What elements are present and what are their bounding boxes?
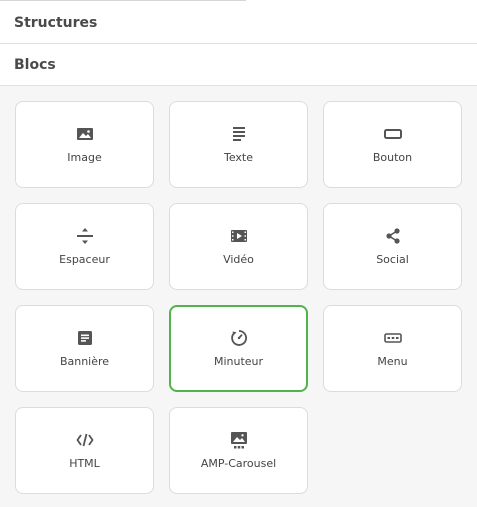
block-label: Espaceur — [59, 253, 110, 266]
section-title-structures: Structures — [14, 14, 98, 31]
block-label: Social — [376, 253, 409, 266]
block-video[interactable]: Vidéo — [169, 203, 308, 290]
block-minuteur[interactable]: Minuteur — [169, 305, 308, 392]
menu-icon — [383, 329, 402, 347]
block-banniere[interactable]: Bannière — [15, 305, 154, 392]
text-lines-icon — [230, 125, 248, 143]
banner-icon — [76, 329, 94, 347]
block-label: Image — [67, 151, 102, 164]
button-icon — [383, 125, 402, 143]
share-icon — [384, 227, 402, 245]
block-image[interactable]: Image — [15, 101, 154, 188]
block-amp-carousel[interactable]: AMP-Carousel — [169, 407, 308, 494]
block-social[interactable]: Social — [323, 203, 462, 290]
block-label: AMP-Carousel — [200, 457, 277, 470]
code-icon — [76, 431, 94, 449]
block-html[interactable]: HTML — [15, 407, 154, 494]
block-label: Minuteur — [213, 355, 264, 368]
block-label: Vidéo — [223, 253, 254, 266]
top-divider — [0, 0, 246, 1]
timer-icon — [230, 329, 248, 347]
video-icon — [230, 227, 248, 245]
block-bouton[interactable]: Bouton — [323, 101, 462, 188]
block-menu[interactable]: Menu — [323, 305, 462, 392]
image-icon — [76, 125, 94, 143]
carousel-icon — [230, 431, 248, 449]
spacer-icon — [76, 227, 94, 245]
block-texte[interactable]: Texte — [169, 101, 308, 188]
block-label: Texte — [223, 151, 253, 164]
section-title-blocs: Blocs — [14, 56, 56, 73]
blocks-panel: Image Texte Bouton Espaceur Vidéo Social — [0, 86, 477, 507]
section-header-structures[interactable]: Structures — [0, 2, 477, 44]
block-label: HTML — [69, 457, 100, 470]
block-label: Bannière — [59, 355, 110, 368]
block-label: Menu — [377, 355, 408, 368]
block-espaceur[interactable]: Espaceur — [15, 203, 154, 290]
block-label: Bouton — [372, 151, 413, 164]
section-header-blocs[interactable]: Blocs — [0, 44, 477, 86]
